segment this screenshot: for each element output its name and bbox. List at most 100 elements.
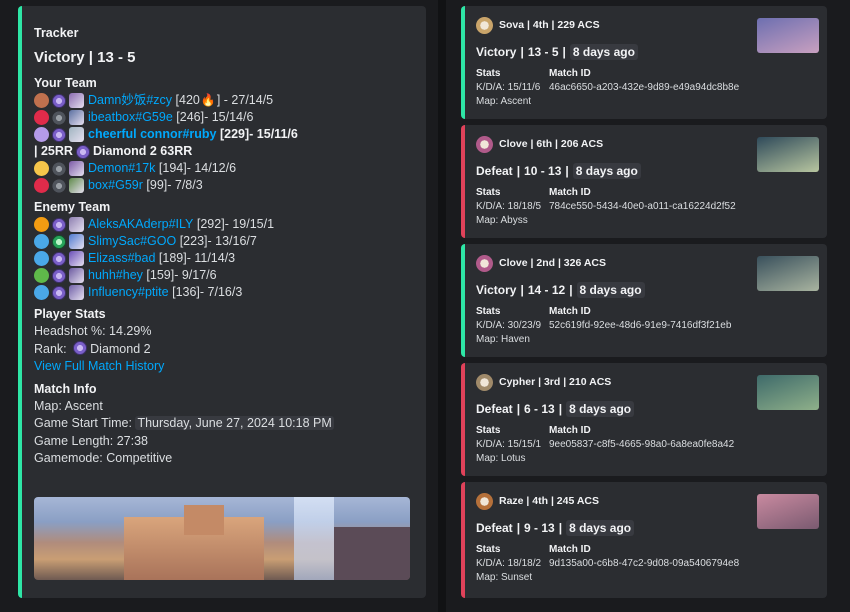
match-id-label: Match ID: [549, 425, 591, 436]
player-name-link[interactable]: Damn妙饭#zcy: [88, 92, 172, 109]
player-kda: - 15/14/6: [204, 110, 254, 124]
player-kda: - 9/17/6: [174, 268, 217, 282]
player-row: Damn妙饭#zcy [420 🔥] - 27/14/5: [34, 92, 412, 109]
field-labels: Stats Match ID: [476, 425, 815, 436]
stats-label: Stats: [476, 187, 501, 198]
map-name: Map: Haven: [476, 334, 530, 345]
player-kda: - 13/16/7: [207, 234, 257, 248]
team-color-dot: [34, 251, 49, 266]
separator: |: [520, 44, 524, 59]
match-id-label: Match ID: [549, 306, 591, 317]
start-time-label: Game Start Time:: [34, 416, 132, 430]
player-name-link[interactable]: cheerful connor#ruby: [88, 126, 217, 143]
player-name-link[interactable]: Influency#ptite: [88, 284, 169, 301]
player-row: Demon#17k [194] - 14/12/6: [34, 160, 412, 177]
enemy-team-list: AleksAKAderp#ILY [292] - 19/15/1 SlimySac…: [34, 216, 412, 301]
fire-icon: 🔥: [200, 93, 216, 107]
map-name: Map: Sunset: [476, 572, 533, 583]
agent-icon: [69, 234, 84, 249]
separator: |: [558, 520, 563, 535]
player-acs: [189]: [158, 251, 187, 265]
rank-icon: [52, 93, 66, 108]
agent-icon: [476, 135, 493, 153]
player-name-link[interactable]: Demon#17k: [88, 160, 155, 177]
player-name-link[interactable]: SlimySac#GOO: [88, 233, 176, 250]
kda-value: K/D/A: 30/23/9: [476, 320, 542, 331]
embed-title: Tracker: [34, 26, 79, 40]
time-ago: 8 days ago: [572, 162, 641, 179]
result-label: Defeat: [476, 520, 513, 535]
player-name-link[interactable]: ibeatbox#G59e: [88, 109, 173, 126]
player-acs: [246]: [176, 110, 205, 124]
map-image[interactable]: [34, 497, 410, 580]
rank-icon: [52, 268, 66, 283]
map-thumbnail[interactable]: [757, 137, 819, 172]
agent-icon: [69, 217, 84, 232]
time-ago: 8 days ago: [569, 43, 638, 60]
player-row: box#G59r [99] - 7/8/3: [34, 177, 412, 194]
start-time-info: Game Start Time: Thursday, June 27, 2024…: [34, 415, 412, 433]
player-row: ibeatbox#G59e [246] - 15/14/6: [34, 109, 412, 126]
player-name-link[interactable]: huhh#hey: [88, 267, 143, 284]
match-id-label: Match ID: [549, 544, 591, 555]
player-row: Influency#ptite [136] - 7/16/3: [34, 284, 412, 301]
view-match-history-link[interactable]: View Full Match History: [34, 359, 164, 373]
separator: |: [516, 520, 521, 535]
player-kda: - 19/15/1: [224, 217, 275, 231]
score: 6 - 13: [524, 401, 555, 416]
match-id-label: Match ID: [549, 68, 591, 79]
map-thumbnail[interactable]: [757, 494, 819, 529]
rr-prefix: | 25RR: [34, 144, 73, 158]
agent-icon: [69, 251, 84, 266]
map-thumbnail[interactable]: [757, 256, 819, 291]
player-acs: [136]: [172, 285, 200, 299]
agent-icon: [69, 268, 84, 283]
team-color-dot: [34, 285, 49, 300]
agent-placement-acs: Cypher | 3rd | 210 ACS: [499, 376, 612, 388]
player-row: huhh#hey [159] - 9/17/6: [34, 267, 412, 284]
field-values: K/D/A: 30/23/9 52c619fd-92ee-48d6-91e9-74…: [476, 320, 815, 331]
field-values: K/D/A: 15/15/1 9ee05837-c8f5-4665-98a0-6a…: [476, 439, 815, 450]
agent-icon: [476, 373, 493, 391]
player-name-link[interactable]: Elizass#bad: [88, 250, 155, 267]
agent-icon: [69, 178, 84, 193]
match-card: Raze | 4th | 245 ACS Defeat | 9 - 13 | 8 days…: [461, 482, 827, 598]
match-id-value: 46ac6650-a203-432e-9d89-e49a94dc8b8e: [549, 82, 740, 93]
result-label: Defeat: [476, 401, 513, 416]
player-name-link[interactable]: box#G59r: [88, 177, 143, 194]
rr-rank: Diamond 2 63RR: [92, 144, 193, 158]
map-name: Map: Ascent: [476, 96, 532, 107]
player-stats-heading: Player Stats: [34, 307, 106, 321]
agent-icon: [69, 110, 84, 125]
score: 10 - 13: [524, 163, 562, 178]
agent-icon: [476, 254, 493, 272]
player-row: SlimySac#GOO [223] - 13/16/7: [34, 233, 412, 250]
stats-label: Stats: [476, 68, 501, 79]
rank-value: Diamond 2: [90, 341, 151, 356]
game-length-info: Game Length: 27:38: [34, 433, 148, 448]
tracker-embed: Tracker Victory | 13 - 5 Your Team Damn妙…: [18, 6, 426, 598]
rank-stat: Rank: Diamond 2: [34, 340, 412, 359]
map-info: Map: Ascent: [34, 398, 103, 413]
field-labels: Stats Match ID: [476, 306, 815, 317]
team-color-dot: [34, 217, 49, 232]
time-ago: 8 days ago: [576, 281, 645, 298]
agent-placement-acs: Clove | 6th | 206 ACS: [499, 138, 604, 150]
separator: |: [516, 401, 521, 416]
agent-icon: [69, 127, 84, 142]
rank-icon: [52, 127, 66, 142]
agent-icon: [476, 492, 493, 510]
match-card: Clove | 6th | 206 ACS Defeat | 10 - 13 | 8 da…: [461, 125, 827, 238]
field-labels: Stats Match ID: [476, 68, 815, 79]
field-values: K/D/A: 18/18/5 784ce550-5434-40e0-a011-ca…: [476, 201, 815, 212]
player-name-link[interactable]: AleksAKAderp#ILY: [88, 216, 193, 233]
map-thumbnail[interactable]: [757, 375, 819, 410]
team-color-dot: [34, 178, 49, 193]
match-result: Victory | 13 - 5: [34, 49, 136, 66]
stats-label: Stats: [476, 306, 501, 317]
team-color-dot: [34, 268, 49, 283]
player-row: Elizass#bad [189] - 11/14/3: [34, 250, 412, 267]
map-thumbnail[interactable]: [757, 18, 819, 53]
match-id-value: 52c619fd-92ee-48d6-91e9-7416df3f21eb: [549, 320, 732, 331]
kda-value: K/D/A: 15/15/1: [476, 439, 542, 450]
